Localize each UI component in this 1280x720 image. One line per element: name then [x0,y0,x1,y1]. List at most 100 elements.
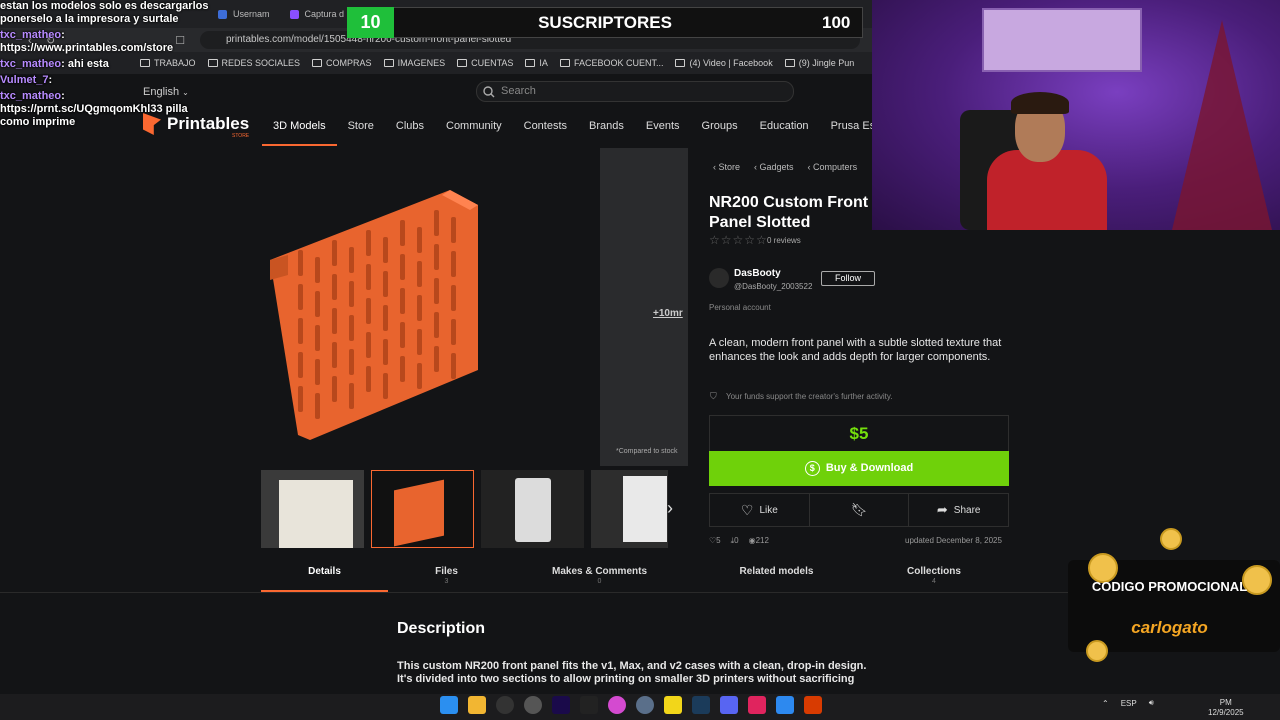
thumbnail-2[interactable] [371,470,474,548]
folder-icon [675,59,686,67]
funds-note: Your funds support the creator's further… [726,392,893,401]
panel-slot [451,251,456,277]
panel-slot [383,339,388,365]
clock[interactable]: PM 12/9/2025 [1208,698,1244,718]
bookmark-icon: 🔖︎ [850,502,868,517]
panel-slot [383,271,388,297]
bookmark-item[interactable]: CUENTAS [457,58,513,68]
app-icon[interactable] [776,696,794,714]
chrome-icon[interactable] [524,696,542,714]
discord-icon[interactable] [720,696,738,714]
nav-item[interactable]: 3D Models [262,112,337,146]
color-app-icon[interactable] [608,696,626,714]
nav-item[interactable]: Community [435,112,513,146]
thumbnail-1[interactable] [261,470,364,548]
breadcrumb-item[interactable]: ‹ Gadgets [754,162,794,172]
breadcrumb-item[interactable]: ‹ Computers [808,162,858,172]
nav-item[interactable]: Contests [513,112,578,146]
description-text: This custom NR200 front panel fits the v… [397,660,867,685]
page-tabs: Details Files 3 Makes & Comments 0 Related mo… [261,562,1009,592]
breadcrumb: ‹ Store ‹ Gadgets ‹ Computers [713,162,857,172]
volume-icon[interactable]: 🔊︎ [1149,698,1154,708]
panel-slot [400,288,405,314]
bookmark-item[interactable]: REDES SOCIALES [207,58,300,68]
author-name[interactable]: DasBooty [734,268,781,279]
chat-username: txc_matheo [0,90,62,102]
panel-slot [451,353,456,379]
panel-slot [332,274,337,300]
chat-message: estan los modelos solo es descargarlos p… [0,0,215,26]
nav-item[interactable]: Store [337,112,385,146]
panel-slot [315,359,320,385]
thumbnail-4[interactable] [591,470,668,548]
bookmark-item[interactable]: COMPRAS [312,58,372,68]
app-icon[interactable] [804,696,822,714]
panel-slot [315,393,320,419]
search-input[interactable]: Search [476,81,794,102]
notes-icon[interactable] [664,696,682,714]
bookmark-item[interactable]: IA [525,58,548,68]
tiktok-icon[interactable] [748,696,766,714]
panel-slot [332,308,337,334]
heart-icon: ♡ [740,501,754,518]
panel-slot [366,264,371,290]
nav-item[interactable]: Education [749,112,820,146]
browser-tab[interactable]: Usernam [210,3,278,25]
nav-item[interactable]: Brands [578,112,635,146]
folder-icon [525,59,536,67]
bookmark-item[interactable]: IMAGENES [383,58,445,68]
page-tab[interactable]: Makes & Comments 0 [505,562,694,592]
save-bookmark-button[interactable]: 🔖︎ [810,494,910,526]
chevron-up-icon[interactable]: ⌃ [1102,699,1109,708]
favicon-icon [289,9,299,19]
like-button[interactable]: ♡ Like [710,494,810,526]
avatar[interactable] [709,268,729,288]
panel-slot [400,220,405,246]
bookmark-item[interactable]: (9) Jingle Pun [784,58,854,68]
page-tab[interactable]: Collections 4 [859,562,1009,592]
panel-slot [349,247,354,273]
file-explorer-icon[interactable] [468,696,486,714]
chat-message: txc_matheo: https://prnt.sc/UQgmqomKhl33… [0,90,188,128]
compare-label: +10mr [653,308,683,319]
christmas-tree [1172,20,1272,230]
system-tray: ⌃ ESP 🔊︎ [1102,698,1154,708]
promo-title: CODIGO PROMOCIONAL [1091,579,1248,594]
steam-icon[interactable] [692,696,710,714]
share-button[interactable]: ➦ Share [909,494,1008,526]
panel-slot [366,298,371,324]
obs-icon[interactable] [496,696,514,714]
buy-download-button[interactable]: $ Buy & Download [709,451,1009,486]
breadcrumb-item[interactable]: ‹ Store [713,162,740,172]
nav-item[interactable]: Clubs [385,112,435,146]
premiere-icon[interactable] [552,696,570,714]
panel-slot [298,352,303,378]
model-title: NR200 Custom Front Panel Slotted [709,194,869,231]
panel-slot [400,356,405,382]
browser-tab[interactable]: Captura d [282,3,352,25]
follow-button[interactable]: Follow [821,271,875,286]
bookmark-item[interactable]: (4) Video | Facebook [675,58,773,68]
panel-slot [451,319,456,345]
panel-slot [400,322,405,348]
epic-games-icon[interactable] [580,696,598,714]
thumbnail-3[interactable] [481,470,584,548]
chevron-right-icon[interactable]: › [667,498,673,519]
bookmark-item[interactable]: FACEBOOK CUENT... [559,58,663,68]
subscriber-label: SUSCRIPTORES [538,13,672,32]
page-tab[interactable]: Details [261,562,388,592]
windows-start-icon[interactable] [440,696,458,714]
keyboard-language[interactable]: ESP [1121,699,1137,708]
folder-icon [784,59,795,67]
nav-item[interactable]: Groups [691,112,749,146]
nav-item[interactable]: Events [635,112,691,146]
page-tab[interactable]: Files 3 [388,562,505,592]
panel-slot [434,278,439,304]
settings-gear-icon[interactable] [636,696,654,714]
page-tab[interactable]: Related models [694,562,859,592]
reviews-count[interactable]: 0 reviews [767,236,801,245]
chat-text: https://prnt.sc/UQgmqomKhl33 pilla como … [0,103,188,128]
panel-slot [417,329,422,355]
downloads-count: 0 [734,536,739,545]
chat-text: https://www.printables.com/store [0,42,174,54]
